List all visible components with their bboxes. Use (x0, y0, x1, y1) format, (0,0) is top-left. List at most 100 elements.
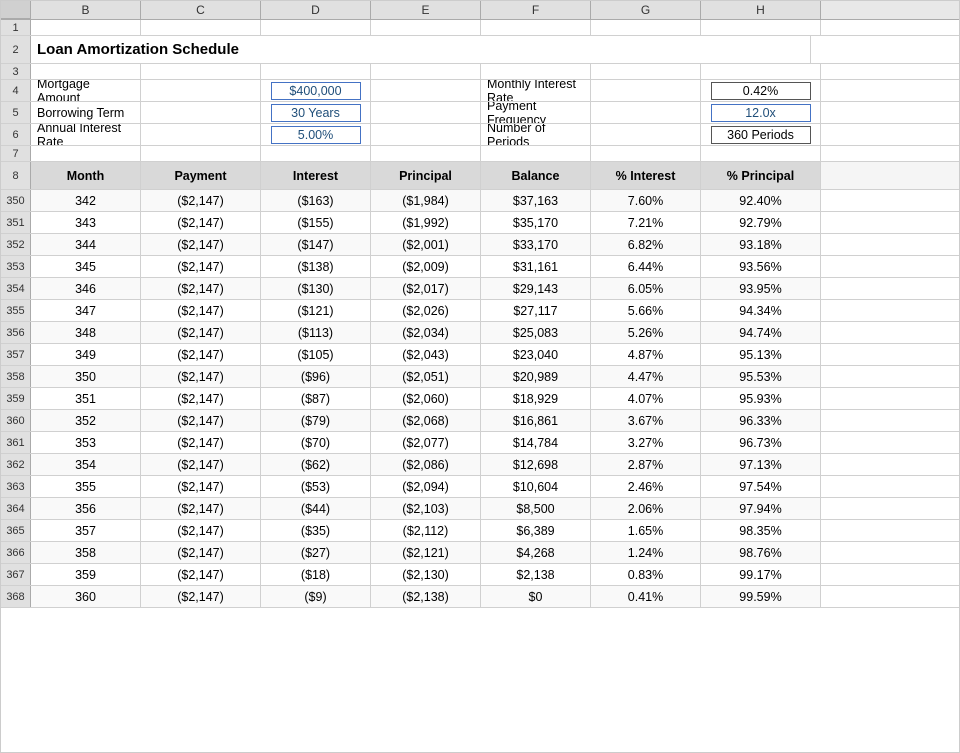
header-payment: Payment (141, 162, 261, 189)
cell-interest: ($130) (261, 278, 371, 299)
rownum-8: 8 (1, 162, 31, 189)
cell-pct-interest: 2.87% (591, 454, 701, 475)
cell-pct-principal: 96.73% (701, 432, 821, 453)
cell-pct-principal: 95.53% (701, 366, 821, 387)
table-row: 357 349 ($2,147) ($105) ($2,043) $23,040… (1, 344, 959, 366)
cell-principal: ($2,026) (371, 300, 481, 321)
cell-interest: ($96) (261, 366, 371, 387)
cell-1b (31, 20, 141, 35)
col-header-h: H (701, 1, 821, 19)
cell-3e (371, 64, 481, 79)
header-balance: Balance (481, 162, 591, 189)
cell-principal: ($2,051) (371, 366, 481, 387)
cell-interest: ($155) (261, 212, 371, 233)
cell-month: 344 (31, 234, 141, 255)
num-periods-input[interactable]: 360 Periods (711, 126, 811, 144)
cell-interest: ($9) (261, 586, 371, 607)
cell-month: 351 (31, 388, 141, 409)
col-header-b: B (31, 1, 141, 19)
cell-principal: ($2,094) (371, 476, 481, 497)
cell-pct-interest: 6.05% (591, 278, 701, 299)
rownum-data: 365 (1, 520, 31, 541)
cell-1h (701, 20, 821, 35)
cell-balance: $4,268 (481, 542, 591, 563)
rownum-data: 363 (1, 476, 31, 497)
num-periods-label: Number of Periods (481, 124, 591, 145)
annual-rate-input[interactable]: 5.00% (271, 126, 361, 144)
mortgage-amount-value[interactable]: $400,000 (261, 80, 371, 101)
cell-pct-principal: 97.94% (701, 498, 821, 519)
cell-principal: ($1,992) (371, 212, 481, 233)
annual-rate-value[interactable]: 5.00% (261, 124, 371, 145)
cell-pct-principal: 94.34% (701, 300, 821, 321)
monthly-rate-value[interactable]: 0.42% (701, 80, 821, 101)
mortgage-amount-label: Mortgage Amount (31, 80, 141, 101)
cell-pct-interest: 3.27% (591, 432, 701, 453)
col-header-e: E (371, 1, 481, 19)
payment-freq-value[interactable]: 12.0x (701, 102, 821, 123)
cell-7d (261, 146, 371, 161)
header-month: Month (31, 162, 141, 189)
monthly-rate-input[interactable]: 0.42% (711, 82, 811, 100)
cell-pct-interest: 6.44% (591, 256, 701, 277)
mortgage-amount-input[interactable]: $400,000 (271, 82, 361, 100)
cell-3c (141, 64, 261, 79)
rownum-4: 4 (1, 80, 31, 101)
cell-payment: ($2,147) (141, 542, 261, 563)
title-cell: Loan Amortization Schedule (31, 36, 811, 63)
cell-7b (31, 146, 141, 161)
cell-balance: $33,170 (481, 234, 591, 255)
cell-payment: ($2,147) (141, 410, 261, 431)
rownum-1: 1 (1, 20, 31, 35)
col-header-f: F (481, 1, 591, 19)
cell-interest: ($79) (261, 410, 371, 431)
cell-payment: ($2,147) (141, 278, 261, 299)
cell-month: 355 (31, 476, 141, 497)
rownum-data: 352 (1, 234, 31, 255)
table-row: 356 348 ($2,147) ($113) ($2,034) $25,083… (1, 322, 959, 344)
cell-principal: ($1,984) (371, 190, 481, 211)
cell-balance: $8,500 (481, 498, 591, 519)
cell-payment: ($2,147) (141, 498, 261, 519)
cell-payment: ($2,147) (141, 388, 261, 409)
cell-pct-principal: 96.33% (701, 410, 821, 431)
cell-pct-principal: 92.79% (701, 212, 821, 233)
rownum-data: 358 (1, 366, 31, 387)
column-headers: B C D E F G H (1, 1, 959, 20)
cell-6e (371, 124, 481, 145)
borrowing-term-input[interactable]: 30 Years (271, 104, 361, 122)
num-periods-value[interactable]: 360 Periods (701, 124, 821, 145)
cell-balance: $37,163 (481, 190, 591, 211)
cell-7e (371, 146, 481, 161)
rownum-data: 366 (1, 542, 31, 563)
cell-interest: ($147) (261, 234, 371, 255)
row-3: 3 (1, 64, 959, 80)
cell-pct-principal: 99.59% (701, 586, 821, 607)
cell-3h (701, 64, 821, 79)
table-row: 353 345 ($2,147) ($138) ($2,009) $31,161… (1, 256, 959, 278)
cell-balance: $27,117 (481, 300, 591, 321)
cell-payment: ($2,147) (141, 476, 261, 497)
cell-1e (371, 20, 481, 35)
cell-payment: ($2,147) (141, 586, 261, 607)
borrowing-term-value[interactable]: 30 Years (261, 102, 371, 123)
cell-interest: ($53) (261, 476, 371, 497)
col-header-c: C (141, 1, 261, 19)
cell-interest: ($35) (261, 520, 371, 541)
cell-pct-principal: 95.93% (701, 388, 821, 409)
row-2: 2 Loan Amortization Schedule (1, 36, 959, 64)
table-row: 363 355 ($2,147) ($53) ($2,094) $10,604 … (1, 476, 959, 498)
cell-principal: ($2,009) (371, 256, 481, 277)
table-row: 354 346 ($2,147) ($130) ($2,017) $29,143… (1, 278, 959, 300)
cell-principal: ($2,043) (371, 344, 481, 365)
cell-interest: ($27) (261, 542, 371, 563)
table-row: 361 353 ($2,147) ($70) ($2,077) $14,784 … (1, 432, 959, 454)
cell-payment: ($2,147) (141, 256, 261, 277)
payment-freq-input[interactable]: 12.0x (711, 104, 811, 122)
cell-balance: $35,170 (481, 212, 591, 233)
cell-1g (591, 20, 701, 35)
cell-balance: $23,040 (481, 344, 591, 365)
header-principal: Principal (371, 162, 481, 189)
cell-pct-interest: 4.87% (591, 344, 701, 365)
cell-balance: $10,604 (481, 476, 591, 497)
